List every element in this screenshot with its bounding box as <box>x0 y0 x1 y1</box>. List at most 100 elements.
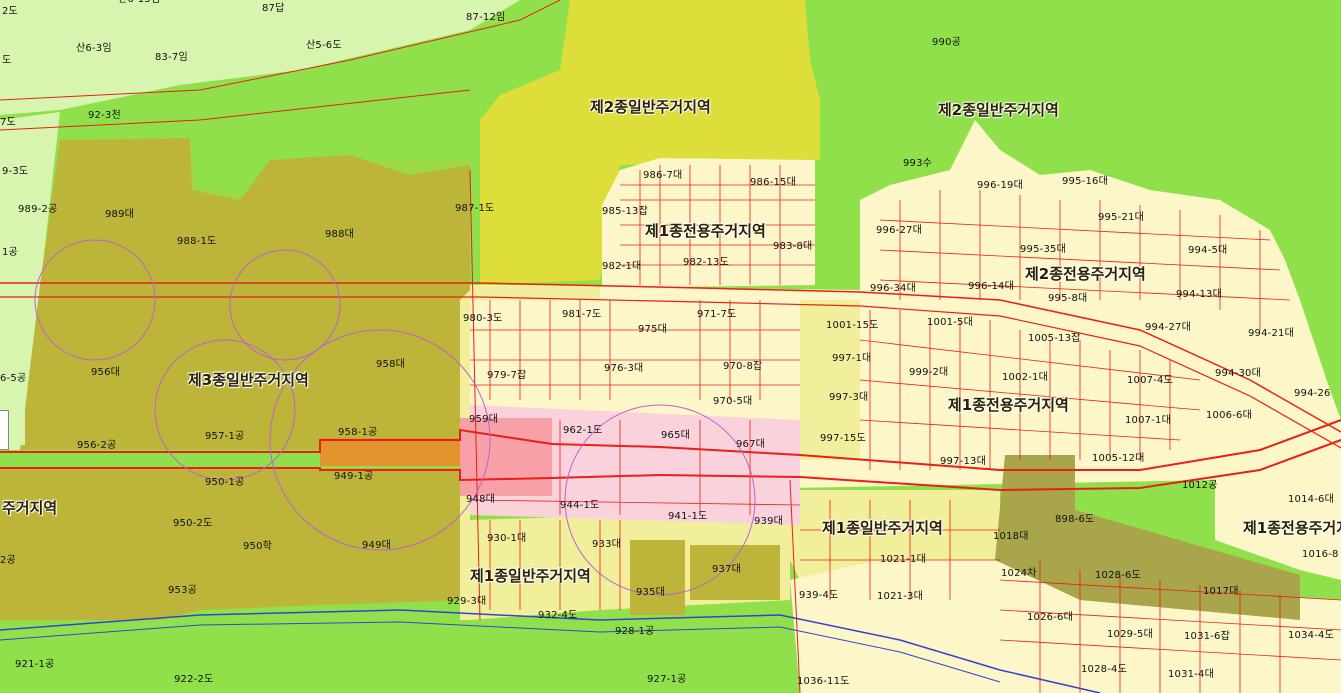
map-side-control[interactable] <box>0 410 9 450</box>
parcel-label[interactable]: 999-2대 <box>909 367 948 379</box>
parcel-label[interactable]: 989대 <box>105 209 134 221</box>
parcel-label[interactable]: 990공 <box>932 37 961 49</box>
parcel-label[interactable]: 994-26 <box>1294 388 1331 400</box>
parcel-label[interactable]: 996-19대 <box>977 180 1023 192</box>
parcel-label[interactable]: 944-1도 <box>560 500 599 512</box>
zoning-map[interactable]: 제2종일반주거지역 제2종일반주거지역 제1종전용주거지역 제2종전용주거지역 제3종일… <box>0 0 1341 693</box>
parcel-label[interactable]: 994-13대 <box>1176 289 1222 301</box>
parcel-label[interactable]: 950-1공 <box>205 477 244 489</box>
parcel-label[interactable]: 87-12임 <box>466 12 505 24</box>
parcel-label[interactable]: 1029-5대 <box>1107 629 1153 641</box>
parcel-label[interactable]: 953공 <box>168 585 197 597</box>
parcel-label[interactable]: 1001-5대 <box>927 317 973 329</box>
parcel-label[interactable]: 994-5대 <box>1188 245 1227 257</box>
parcel-label[interactable]: 932-4도 <box>538 610 577 622</box>
parcel-label[interactable]: 산6-15임 <box>118 0 160 6</box>
parcel-label[interactable]: 83-7임 <box>155 52 188 64</box>
parcel-label[interactable]: 1034-4도 <box>1288 630 1334 642</box>
parcel-label[interactable]: 1018대 <box>993 531 1029 543</box>
parcel-label[interactable]: 981-7도 <box>562 309 601 321</box>
parcel-label[interactable]: 92-3천 <box>88 110 121 122</box>
parcel-label[interactable]: 988-1도 <box>177 236 216 248</box>
parcel-label[interactable]: 935대 <box>636 587 665 599</box>
parcel-label[interactable]: 995-21대 <box>1098 212 1144 224</box>
parcel-label[interactable]: 1036-11도 <box>797 676 850 688</box>
parcel-label[interactable]: 962-1도 <box>563 425 602 437</box>
parcel-label[interactable]: 965대 <box>661 430 690 442</box>
parcel-label[interactable]: 997-1대 <box>832 353 871 365</box>
parcel-label[interactable]: 995-35대 <box>1020 244 1066 256</box>
parcel-label[interactable]: 975대 <box>638 324 667 336</box>
parcel-label[interactable]: 980-3도 <box>463 313 502 325</box>
parcel-label[interactable]: 1021-3대 <box>877 591 923 603</box>
parcel-label[interactable]: 2도 <box>2 6 18 18</box>
parcel-label[interactable]: 970-5대 <box>713 396 752 408</box>
parcel-label[interactable]: 922-2도 <box>174 674 213 686</box>
parcel-label[interactable]: 982-1대 <box>602 261 641 273</box>
parcel-label[interactable]: 985-13잡 <box>602 206 648 218</box>
parcel-label[interactable]: 970-8잡 <box>723 361 762 373</box>
parcel-label[interactable]: 979-7잡 <box>487 370 526 382</box>
parcel-label[interactable]: 949대 <box>362 540 391 552</box>
parcel-label[interactable]: 987-1도 <box>455 203 494 215</box>
parcel-label[interactable]: 939-4도 <box>799 590 838 602</box>
parcel-label[interactable]: 997-13대 <box>940 456 986 468</box>
parcel-label[interactable]: 921-1공 <box>15 659 54 671</box>
parcel-label[interactable]: 939대 <box>754 516 783 528</box>
parcel-label[interactable]: 1005-13잡 <box>1028 333 1081 345</box>
parcel-label[interactable]: 1031-4대 <box>1168 669 1214 681</box>
parcel-label[interactable]: 996-34대 <box>870 283 916 295</box>
parcel-label[interactable]: 997-3대 <box>829 392 868 404</box>
parcel-label[interactable]: 988대 <box>325 229 354 241</box>
parcel-label[interactable]: 1014-6대 <box>1288 494 1334 506</box>
parcel-label[interactable]: 941-1도 <box>668 511 707 523</box>
parcel-label[interactable]: 994-27대 <box>1145 322 1191 334</box>
parcel-label[interactable]: 1012공 <box>1182 480 1218 492</box>
parcel-label[interactable]: 9-3도 <box>2 166 28 178</box>
parcel-label[interactable]: 959대 <box>469 414 498 426</box>
parcel-label[interactable]: 986-7대 <box>643 170 682 182</box>
parcel-label[interactable]: 996-14대 <box>968 281 1014 293</box>
parcel-label[interactable]: 971-7도 <box>697 309 736 321</box>
parcel-label[interactable]: 87답 <box>262 3 285 15</box>
parcel-label[interactable]: 996-27대 <box>876 225 922 237</box>
parcel-label[interactable]: 930-1대 <box>487 533 526 545</box>
parcel-label[interactable]: 993수 <box>903 158 932 170</box>
parcel-label[interactable]: 7도 <box>0 117 16 129</box>
parcel-label[interactable]: 956-2공 <box>77 440 116 452</box>
parcel-label[interactable]: 958대 <box>376 359 405 371</box>
parcel-label[interactable]: 958-1공 <box>338 427 377 439</box>
parcel-label[interactable]: 1026-6대 <box>1027 612 1073 624</box>
parcel-label[interactable]: 898-6도 <box>1055 514 1094 526</box>
parcel-label[interactable]: 948대 <box>466 494 495 506</box>
parcel-label[interactable]: 1024차 <box>1001 568 1037 580</box>
parcel-label[interactable]: 1021-1대 <box>880 554 926 566</box>
parcel-label[interactable]: 937대 <box>712 564 741 576</box>
parcel-label[interactable]: 976-3대 <box>604 363 643 375</box>
parcel-label[interactable]: 982-13도 <box>683 257 729 269</box>
parcel-label[interactable]: 1006-6대 <box>1206 410 1252 422</box>
parcel-label[interactable]: 956대 <box>91 367 120 379</box>
parcel-label[interactable]: 6-5공 <box>0 373 26 385</box>
parcel-label[interactable]: 1005-12대 <box>1092 453 1145 465</box>
parcel-label[interactable]: 산5-6도 <box>306 40 342 52</box>
parcel-label[interactable]: 967대 <box>736 439 765 451</box>
parcel-label[interactable]: 949-1공 <box>334 471 373 483</box>
parcel-label[interactable]: 1031-6잡 <box>1184 631 1230 643</box>
parcel-label[interactable]: 950학 <box>243 541 272 553</box>
parcel-label[interactable]: 995-8대 <box>1048 293 1087 305</box>
parcel-label[interactable]: 산6-3임 <box>76 43 112 55</box>
parcel-label[interactable]: 983-8대 <box>773 241 812 253</box>
parcel-label[interactable]: 950-2도 <box>173 518 212 530</box>
parcel-label[interactable]: 1016-8 <box>1302 549 1339 561</box>
parcel-label[interactable]: 933대 <box>592 539 621 551</box>
parcel-label[interactable]: 957-1공 <box>205 431 244 443</box>
parcel-label[interactable]: 2공 <box>0 555 16 567</box>
parcel-label[interactable]: 1028-6도 <box>1095 570 1141 582</box>
parcel-label[interactable]: 997-15도 <box>820 433 866 445</box>
parcel-label[interactable]: 929-3대 <box>447 596 486 608</box>
parcel-label[interactable]: 986-15대 <box>750 177 796 189</box>
parcel-label[interactable]: 995-16대 <box>1062 176 1108 188</box>
parcel-label[interactable]: 994-21대 <box>1248 328 1294 340</box>
parcel-label[interactable]: 989-2공 <box>18 204 57 216</box>
